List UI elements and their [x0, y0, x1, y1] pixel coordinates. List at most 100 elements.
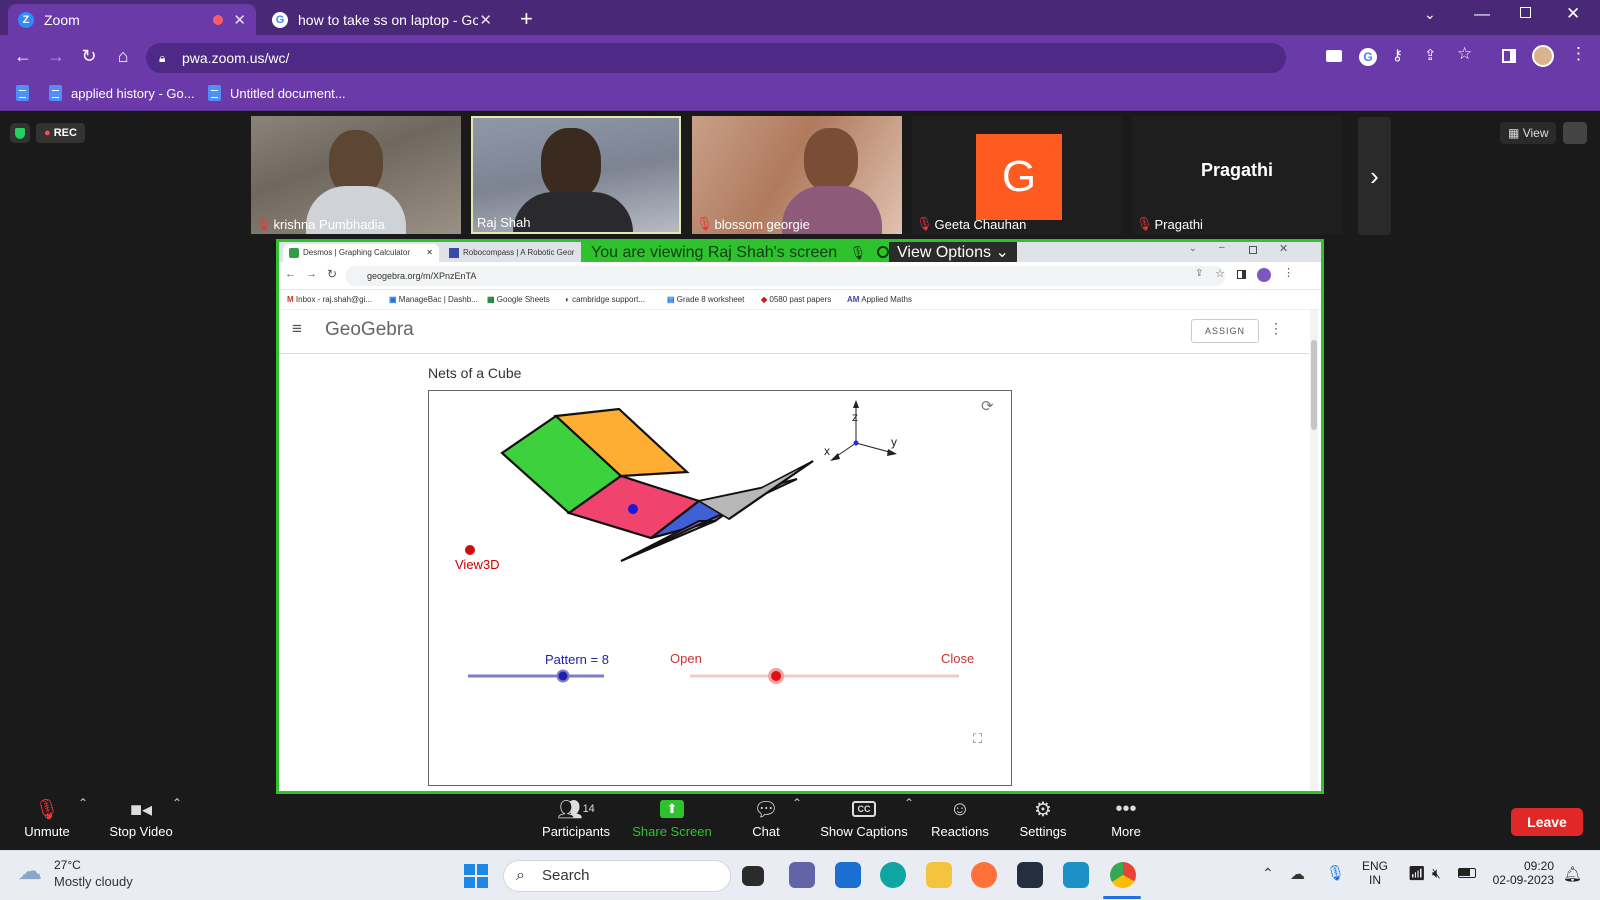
google-lens-icon[interactable]: G [1359, 48, 1377, 66]
bookmark-star-icon[interactable]: ☆ [1215, 267, 1225, 280]
amazon-icon[interactable] [1017, 862, 1043, 888]
minimize-icon[interactable]: – [1219, 242, 1225, 253]
tab-search-chevron-icon[interactable]: ⌄ [1424, 6, 1436, 23]
language-indicator[interactable]: ENG IN [1362, 859, 1388, 887]
close-tab-icon[interactable]: ✕ [233, 11, 246, 29]
participant-tile[interactable]: 🎙︎ blossom georgie [692, 116, 902, 234]
more-button[interactable]: ••• More [1106, 794, 1146, 850]
back-icon[interactable]: ← [285, 268, 296, 280]
chat-options-chevron-icon[interactable]: ⌃ [792, 796, 802, 810]
bookmark-star-icon[interactable]: ☆ [1457, 44, 1472, 64]
stop-video-button[interactable]: ■◂ Stop Video [106, 794, 176, 850]
edge-browser-icon[interactable] [880, 862, 906, 888]
hamburger-menu-icon[interactable]: ≡ [292, 319, 302, 339]
chat-button[interactable]: 💬︎ Chat [740, 794, 792, 850]
bookmark-google-sheets[interactable]: ▦ Google Sheets [487, 295, 550, 304]
remote-desktop-icon[interactable] [1063, 862, 1089, 888]
camera-in-use-icon[interactable] [1326, 50, 1342, 62]
geogebra-logo[interactable]: GeoGebra [325, 319, 414, 341]
bookmark-untitled-document[interactable]: Untitled document... [208, 85, 346, 101]
profile-avatar[interactable] [1532, 45, 1554, 67]
participant-tile[interactable]: Pragathi 🎙︎ Pragathi [1132, 116, 1342, 234]
address-bar[interactable]: 🔒︎ pwa.zoom.us/wc/ [146, 43, 1286, 73]
teams-chat-icon[interactable] [789, 862, 815, 888]
next-page-chevron-icon[interactable]: › [1358, 117, 1391, 235]
home-icon[interactable]: ⌂ [112, 45, 134, 67]
close-window-icon[interactable]: ✕ [1566, 4, 1580, 24]
weather-cloud-icon[interactable]: ☁ [18, 857, 48, 887]
cube-net-3d-view[interactable]: z y x View3D Pattern = 8 Open Close [429, 391, 1013, 787]
maximize-icon[interactable] [1520, 7, 1531, 18]
page-scrollbar[interactable] [1310, 310, 1318, 791]
close-tab-icon[interactable]: ✕ [426, 244, 433, 262]
video-options-chevron-icon[interactable]: ⌃ [172, 796, 182, 810]
side-panel-icon[interactable] [1237, 270, 1246, 279]
recording-badge[interactable]: ● REC [36, 123, 85, 143]
notifications-bell-icon[interactable]: 🔔︎ [1563, 865, 1582, 883]
participants-button[interactable]: 👥︎ 14 Participants [540, 794, 612, 850]
share-page-icon[interactable]: ⇪ [1424, 46, 1437, 64]
profile-avatar[interactable] [1257, 268, 1271, 282]
share-page-icon[interactable]: ⇪ [1195, 268, 1203, 279]
chrome-icon[interactable] [1110, 862, 1136, 888]
docs-apps-icon[interactable] [16, 85, 38, 101]
unmute-button[interactable]: 🎙︎ Unmute [18, 794, 76, 850]
windows-start-icon[interactable] [464, 864, 488, 888]
settings-button[interactable]: ⚙ Settings [1014, 794, 1072, 850]
audio-options-chevron-icon[interactable]: ⌃ [78, 796, 88, 810]
firefox-icon[interactable] [971, 862, 997, 888]
file-explorer-icon[interactable] [926, 862, 952, 888]
bookmark-grade-8-worksheet[interactable]: ▤ Grade 8 worksheet [667, 295, 744, 304]
forward-icon[interactable]: → [45, 45, 67, 67]
participant-tile[interactable]: 🎙︎ krishna Pumbhadia [251, 116, 461, 234]
battery-icon[interactable] [1458, 868, 1476, 878]
side-panel-icon[interactable] [1502, 49, 1516, 63]
shared-tab-desmos[interactable]: Desmos | Graphing Calculator ✕ [283, 244, 439, 262]
mail-icon[interactable] [835, 862, 861, 888]
speaker-muted-icon[interactable]: 🔇︎ [1432, 865, 1441, 882]
key-icon[interactable]: ⚷ [1392, 46, 1403, 64]
close-window-icon[interactable]: ✕ [1279, 242, 1288, 255]
maximize-icon[interactable] [1249, 246, 1257, 254]
taskbar-search-box[interactable]: ⌕ Search [503, 860, 731, 892]
task-view-icon[interactable] [742, 866, 764, 886]
shared-tab-robocompass[interactable]: Robocompass | A Robotic Geor [445, 244, 575, 262]
forward-icon[interactable]: → [306, 268, 317, 280]
weather-temperature[interactable]: 27°C [54, 858, 81, 872]
reload-icon[interactable]: ↻ [78, 45, 100, 67]
show-captions-button[interactable]: CC Show Captions [814, 794, 914, 850]
encryption-shield-icon[interactable] [10, 123, 30, 143]
bookmark-inbox[interactable]: M Inbox - raj.shah@gi... [287, 295, 372, 304]
chevron-down-icon[interactable]: ⌄ [1189, 243, 1197, 254]
captions-options-chevron-icon[interactable]: ⌃ [904, 796, 914, 810]
shared-address-bar[interactable]: geogebra.org/m/XPnzEnTA [345, 266, 1225, 286]
leave-button[interactable]: Leave [1511, 808, 1583, 836]
tab-google-search[interactable]: G how to take ss on laptop - Googl ✕ [262, 4, 502, 35]
bookmark-0580-past-papers[interactable]: ◆ 0580 past papers [761, 295, 831, 304]
minimize-icon[interactable]: — [1474, 6, 1490, 24]
assign-button[interactable]: ASSIGN [1191, 319, 1259, 343]
bookmark-managebac[interactable]: ▣ ManageBac | Dashb... [389, 295, 478, 304]
reactions-button[interactable]: ☺ Reactions [928, 794, 992, 850]
bookmark-applied-history[interactable]: applied history - Go... [49, 85, 195, 101]
tab-zoom[interactable]: Z Zoom ✕ [8, 4, 256, 35]
participant-tile-active-speaker[interactable]: Raj Shah [471, 116, 681, 234]
wifi-icon[interactable]: 📶︎ [1408, 865, 1426, 882]
browser-menu-icon[interactable]: ⋮ [1283, 266, 1294, 279]
view-button[interactable]: ▦ View [1500, 122, 1557, 144]
new-tab-icon[interactable]: + [520, 6, 533, 32]
share-screen-button[interactable]: ⬆ Share Screen [632, 794, 712, 850]
exit-fullscreen-icon[interactable] [1563, 122, 1587, 144]
show-hidden-icons-chevron-icon[interactable]: ⌃ [1262, 865, 1274, 882]
weather-description[interactable]: Mostly cloudy [54, 874, 133, 889]
browser-menu-icon[interactable]: ⋮ [1570, 44, 1587, 64]
participant-tile[interactable]: G 🎙︎ Geeta Chauhan [912, 116, 1122, 234]
fullscreen-icon[interactable]: ⛶ [973, 731, 982, 747]
reset-icon[interactable]: ⟳ [981, 397, 994, 415]
back-icon[interactable]: ← [12, 45, 34, 67]
more-options-icon[interactable]: ⋮ [1269, 320, 1283, 337]
reload-icon[interactable]: ↻ [327, 267, 337, 281]
bookmark-cambridge-support[interactable]: ◐ cambridge support... [565, 295, 645, 304]
microphone-in-use-icon[interactable]: 🎙︎ [1326, 864, 1345, 882]
geogebra-applet[interactable]: z y x View3D Pattern = 8 Open Close ⟳ ⛶ [428, 390, 1012, 786]
